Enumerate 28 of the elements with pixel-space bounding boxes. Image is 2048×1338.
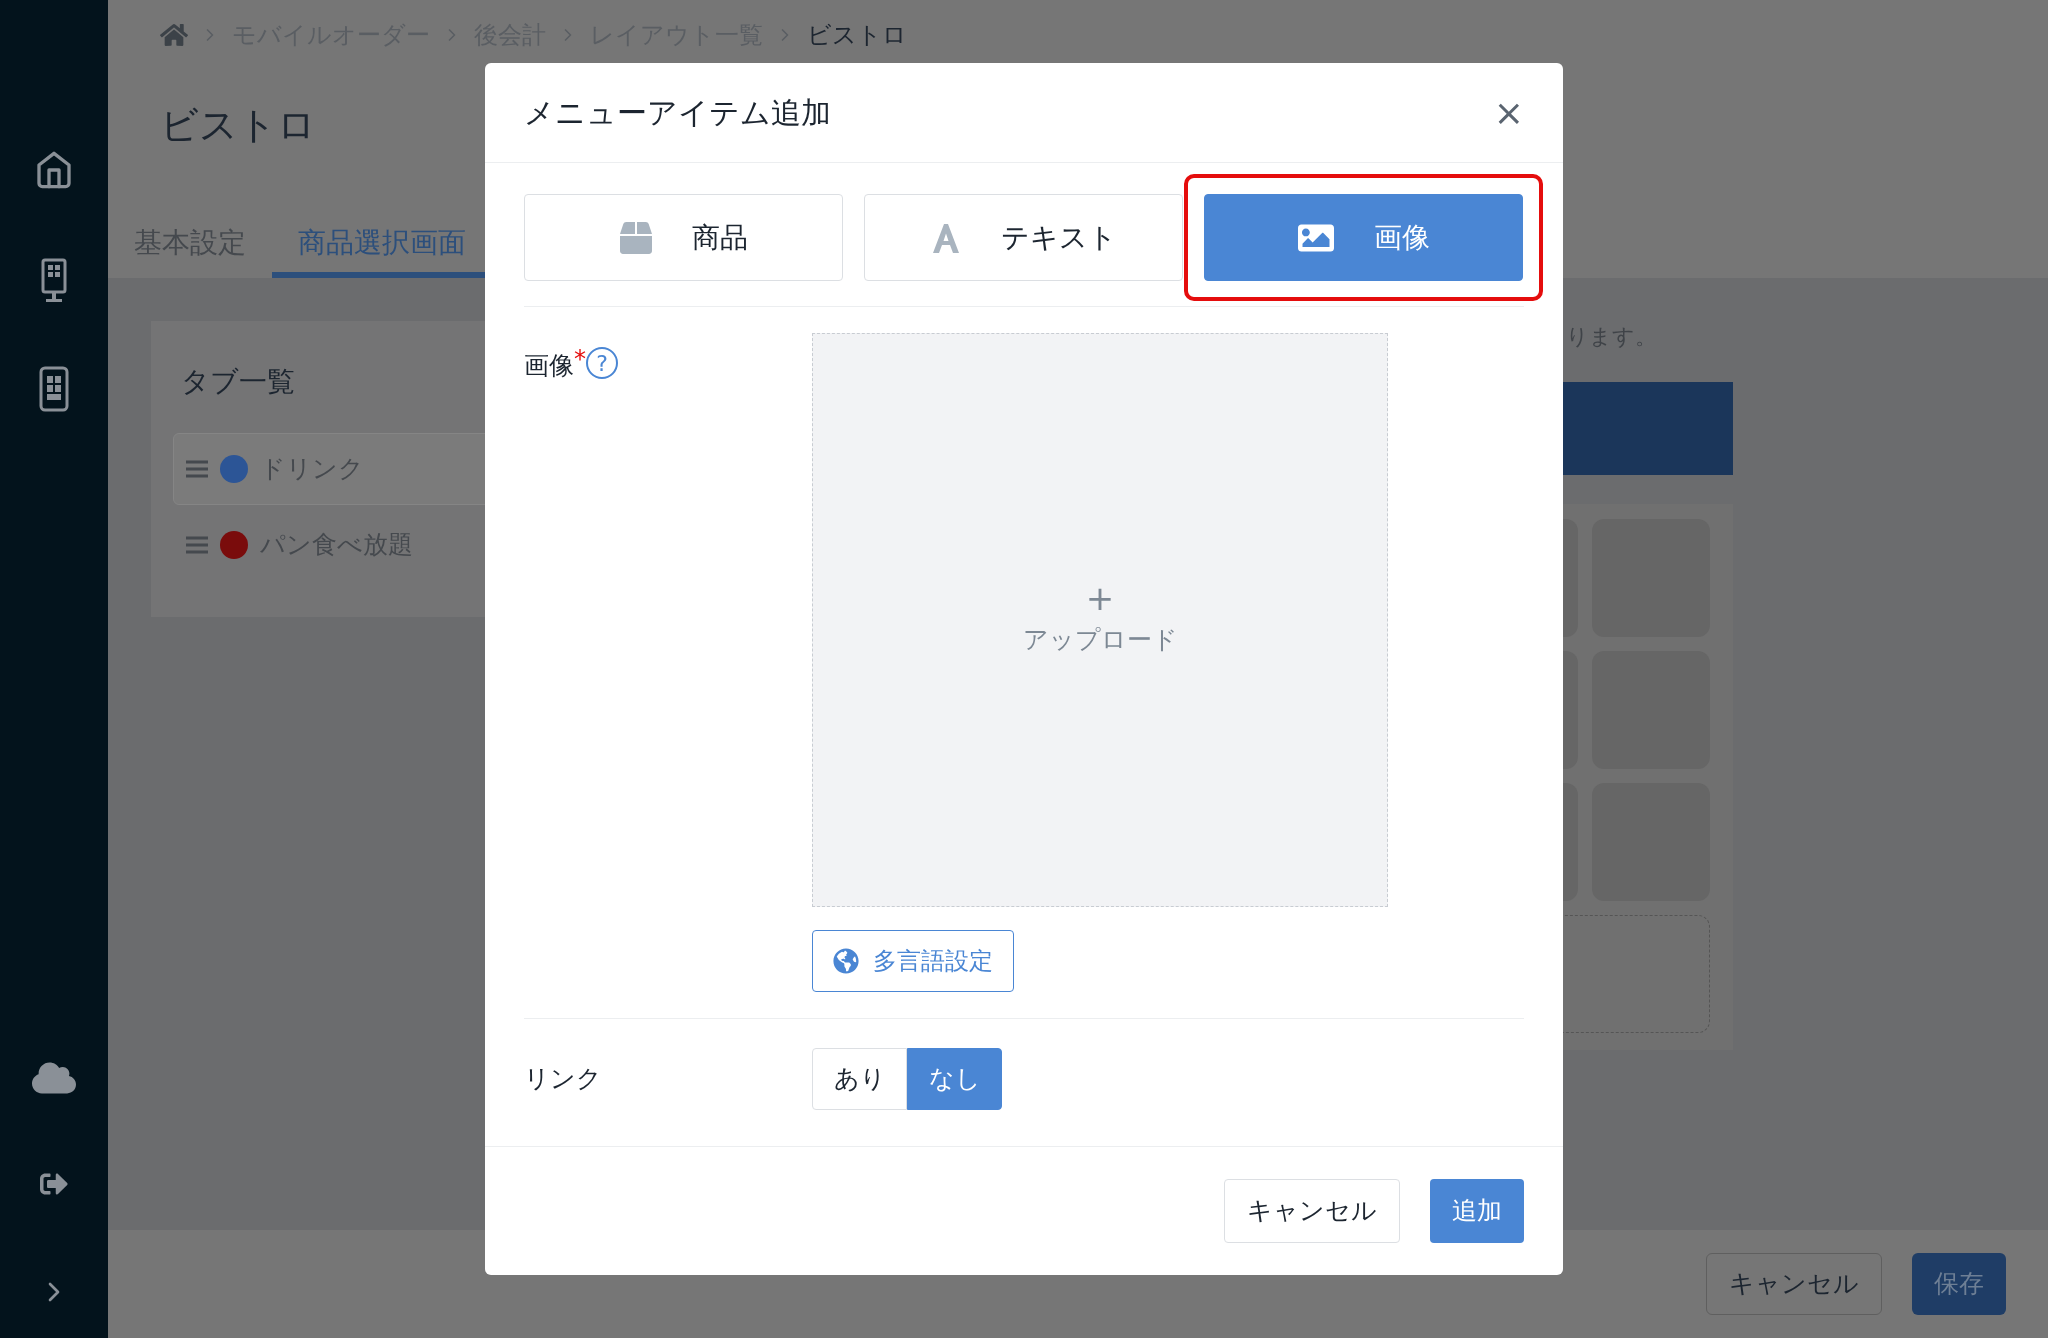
home-icon[interactable] [34, 150, 74, 190]
help-icon[interactable]: ? [586, 347, 618, 379]
upload-area[interactable]: + アップロード [812, 333, 1388, 907]
drag-handle-icon[interactable] [186, 536, 208, 554]
breadcrumb-current: ビストロ [807, 20, 907, 50]
link-toggle-option[interactable]: なし [907, 1048, 1002, 1110]
save-button[interactable]: 保存 [1912, 1253, 2006, 1315]
card-title: タブ一覧 [181, 364, 295, 400]
tablet-icon[interactable] [39, 366, 69, 412]
add-button[interactable]: 追加 [1430, 1179, 1524, 1243]
cancel-button[interactable]: キャンセル [1224, 1179, 1400, 1243]
field-label: 画像 [524, 350, 574, 382]
item-type-tab[interactable]: 商品 [524, 194, 843, 281]
letter-a-icon [930, 221, 961, 254]
modal-title: メニューアイテム追加 [524, 94, 831, 132]
drag-handle-icon[interactable] [186, 460, 208, 478]
field-label: リンク [524, 1063, 603, 1096]
item-type-tab[interactable]: 画像 [1204, 194, 1523, 281]
globe-icon [833, 948, 859, 974]
item-type-tab[interactable]: テキスト [864, 194, 1183, 281]
link-toggle-option[interactable]: あり [812, 1048, 907, 1110]
kiosk-icon[interactable] [41, 258, 67, 304]
close-button[interactable]: × [1493, 94, 1524, 131]
page-title: ビストロ [160, 106, 316, 144]
language-settings-button[interactable]: 多言語設定 [812, 930, 1014, 992]
cancel-button[interactable]: キャンセル [1706, 1253, 1882, 1315]
required-mark: * [574, 344, 586, 375]
box-icon [619, 221, 652, 254]
